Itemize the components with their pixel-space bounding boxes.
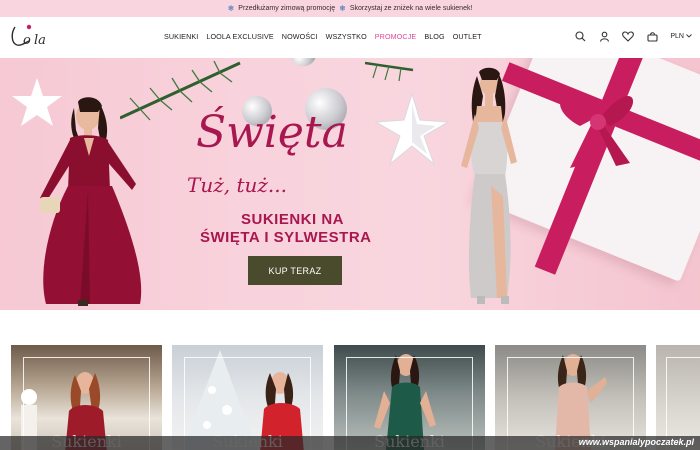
star-ornament-image — [374, 92, 450, 166]
logo[interactable]: o la — [9, 23, 59, 51]
ribbon-bow-image — [560, 95, 634, 168]
bag-icon[interactable] — [646, 30, 658, 42]
nav-item-promocje[interactable]: PROMOCJE — [375, 32, 417, 41]
hero-subtitle-line2: ŚWIĘTA I SYLWESTRA — [200, 229, 372, 246]
category-card[interactable]: Sukienki — [11, 345, 162, 450]
currency-selector[interactable]: PLN — [670, 33, 692, 40]
buy-now-button[interactable]: KUP TERAZ — [248, 256, 342, 285]
logo-mark: o la — [11, 24, 46, 48]
user-icon[interactable] — [598, 30, 610, 42]
hero-tagline: Tuż, tuż... — [187, 173, 287, 197]
promo-bar: ❄ Przedłużamy zimową promocję ❄ Skorzyst… — [0, 0, 700, 17]
category-cards: Sukienki Sukienki Sukienki — [0, 345, 700, 450]
heart-icon[interactable] — [622, 30, 635, 42]
search-icon[interactable] — [574, 30, 586, 42]
nav-item-loola-exclusive[interactable]: LOOLA EXCLUSIVE — [206, 32, 273, 41]
category-card[interactable]: Sukienki — [334, 345, 485, 450]
pine-branch-image — [365, 61, 414, 82]
watermark-text: www.wspanialypoczatek.pl — [578, 437, 694, 447]
category-card[interactable]: Sukienki — [495, 345, 646, 450]
nav-item-sukienki[interactable]: SUKIENKI — [164, 32, 198, 41]
svg-text:o: o — [23, 33, 31, 48]
model-red-dress-image — [40, 97, 142, 306]
header-actions: PLN — [562, 30, 692, 42]
main-nav: SUKIENKI LOOLA EXCLUSIVE NOWOŚCI WSZYSTK… — [164, 32, 490, 41]
svg-text:la: la — [34, 33, 46, 48]
nav-item-nowosci[interactable]: NOWOŚCI — [282, 32, 318, 41]
promo-text-2: Skorzystaj ze zniżek na wiele sukienek! — [349, 5, 473, 12]
nav-item-outlet[interactable]: OUTLET — [453, 32, 482, 41]
hero-headline: Święta — [196, 107, 348, 158]
bauble-image — [290, 58, 316, 66]
hero-banner[interactable]: Święta Tuż, tuż... SUKIENKI NA ŚWIĘTA I … — [0, 58, 700, 310]
promo-text-1: Przedłużamy zimową promocję — [238, 5, 336, 12]
site-header: o la SUKIENKI LOOLA EXCLUSIVE NOWOŚCI WS… — [0, 17, 700, 58]
snowflake-icon: ❄ — [339, 4, 346, 13]
model-silver-dress-image — [461, 67, 517, 304]
watermark-bar: www.wspanialypoczatek.pl — [0, 436, 700, 450]
category-card-partial[interactable] — [656, 345, 700, 450]
snowflake-icon: ❄ — [227, 4, 235, 13]
nav-item-blog[interactable]: BLOG — [424, 32, 444, 41]
category-card[interactable]: Sukienki — [172, 345, 323, 450]
hero-subtitle-line1: SUKIENKI NA — [241, 211, 345, 228]
chevron-down-icon — [686, 33, 692, 40]
nav-item-wszystko[interactable]: WSZYSTKO — [326, 32, 367, 41]
currency-label: PLN — [670, 32, 684, 40]
